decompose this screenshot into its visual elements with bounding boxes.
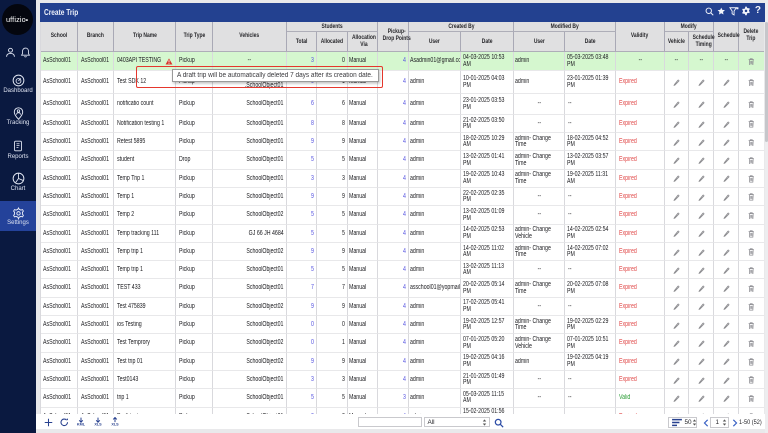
svg-text:XLS: XLS <box>111 423 119 426</box>
svg-text:XLS: XLS <box>94 423 102 426</box>
svg-text:KML: KML <box>77 423 86 426</box>
